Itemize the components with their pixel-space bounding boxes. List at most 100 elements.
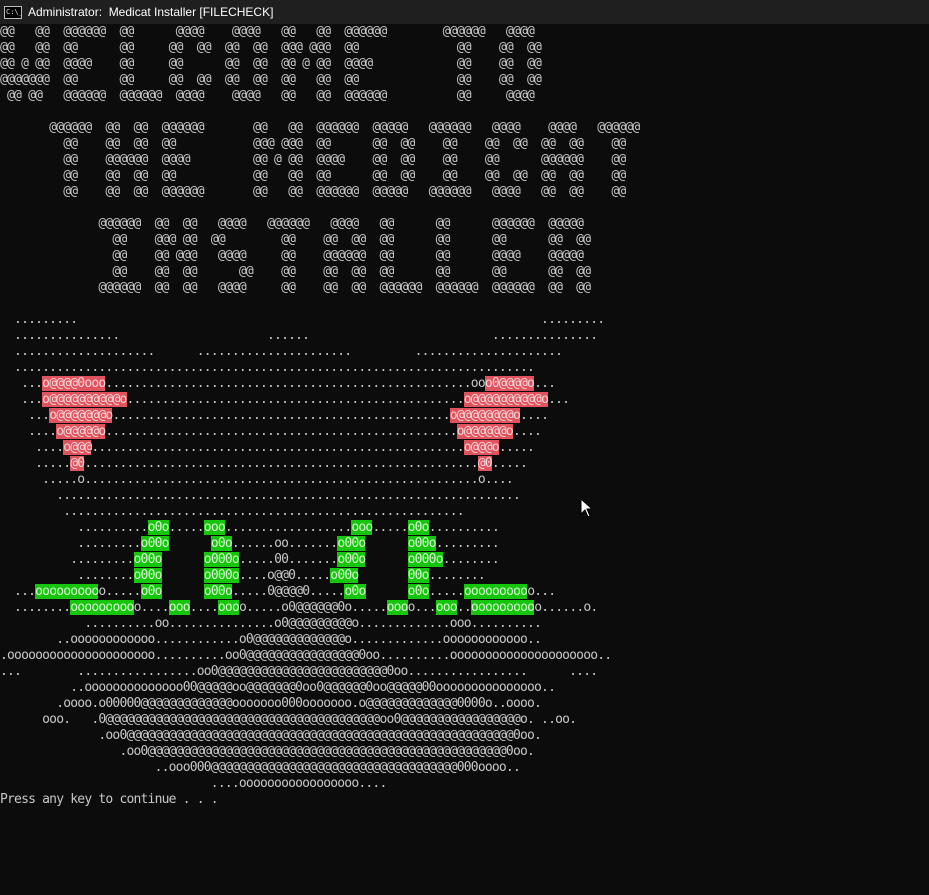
console-line: ..........oo...............o0@@@@@@@@@o.… <box>0 616 542 631</box>
window-title: Administrator: Medicat Installer [FILECH… <box>28 5 274 19</box>
eye-art: ooo <box>168 600 191 615</box>
console-line: ......... ......... <box>0 312 605 327</box>
eye-art: ooo <box>463 584 486 599</box>
console-line: ooo. .0@@@@@@@@@@@@@@@@@@@@@@@@@@@@@@@@@… <box>0 712 577 727</box>
eye-art: o0o <box>407 584 430 599</box>
console-line: .....o..................................… <box>0 472 514 487</box>
console-output[interactable]: @@ @@ @@@@@@ @@ @@@@ @@@@ @@ @@ @@@@@@ @… <box>0 24 929 895</box>
console-line: @@ @@ @@ @@ @@ @@ @@ @@ @@ @@ @@ @@ <box>0 264 591 279</box>
console-text: @@ @@ @@@@@@ @@ @@@@ @@@@ @@ @@ @@@@@@ @… <box>0 24 929 808</box>
console-line: ........o00o o000o....o@@0.....o00o 00o.… <box>0 568 486 583</box>
heart-art: o@@@@@@o <box>456 424 514 439</box>
eye-art: ooo <box>492 600 514 615</box>
heart-art: o0@@@@o <box>484 376 535 391</box>
console-line: @@ @@ @@ @@@@@@ @@ @@ @@@@@@ @@@@@ @@@@@… <box>0 184 626 199</box>
heart-art: @0 <box>70 456 85 471</box>
console-line: Press any key to continue . . . <box>0 792 219 807</box>
eye-art: o000o <box>203 568 240 583</box>
console-line: @@@@@@@ @@ @@ @@ @@ @@ @@ @@ @@ @@ @@ @@… <box>0 72 542 87</box>
eye-art: o0o <box>344 584 366 599</box>
eye-art: o000o <box>407 552 444 567</box>
console-line: .....@0.................................… <box>0 456 528 471</box>
console-line: .........o00o o0o......oo.......o00o o00… <box>0 536 500 551</box>
console-line: ..........o0o.....ooo..................o… <box>0 520 500 535</box>
heart-art: o@@@@@@@@@@o <box>42 392 127 407</box>
eye-art: ooo <box>77 584 99 599</box>
eye-art: o0o <box>140 584 162 599</box>
console-line: @@@@@@ @@ @@ @@@@ @@ @@ @@ @@@@@@ @@@@@@… <box>0 280 591 295</box>
console-line: ........................................… <box>0 360 535 375</box>
eye-art: ooo <box>56 584 78 599</box>
console-window: C:\_ Administrator: Medicat Installer [F… <box>0 0 929 895</box>
eye-art: o0o <box>147 520 169 535</box>
eye-art: ooo <box>112 600 134 615</box>
console-line: ....o@@@@@o.............................… <box>0 424 542 439</box>
eye-art: ooo <box>351 520 373 535</box>
console-line: .oooo.o00000@@@@@@@@@@@@@ooooooo000ooooo… <box>0 696 542 711</box>
heart-art: o@@@@@o <box>56 424 106 439</box>
console-line: @@ @@ @@@ @@@@ @@ @@@@@@ @@ @@ @@@@ @@@@… <box>0 248 584 263</box>
eye-art: o00o <box>330 568 359 583</box>
console-line: ..ooo000@@@@@@@@@@@@@@@@@@@@@@@@@@@@@@@@… <box>0 760 521 775</box>
eye-art: o00o <box>337 536 366 551</box>
console-line: @@ @@@@@@ @@@@ @@ @ @@ @@@@ @@ @@ @@ @@ … <box>0 152 626 167</box>
eye-art: ooo <box>435 600 458 615</box>
eye-art: ooo <box>386 600 408 615</box>
eye-art: ooo <box>217 600 240 615</box>
title-bar[interactable]: C:\_ Administrator: Medicat Installer [F… <box>0 0 929 24</box>
console-line: @@ @ @@ @@@@ @@ @@ @@ @@ @@ @ @@ @@@@ @@… <box>0 56 542 71</box>
console-line: ...o@@@@@@@o............................… <box>0 408 549 423</box>
console-line: @@ @@ @@ @@ @@@ @@@ @@ @@ @@ @@ @@ @@ @@… <box>0 136 626 151</box>
heart-art: o@@@@@@@@@@o <box>463 392 549 407</box>
console-line: @@ @@@ @@ @@ @@ @@ @@ @@ @@ @@ @@ @@ <box>0 232 591 247</box>
console-line: ...o@@@@@@@@@@o.........................… <box>0 392 570 407</box>
mouse-pointer-icon <box>580 498 594 518</box>
eye-art: ooo <box>506 584 528 599</box>
eye-art: 00o <box>407 568 429 583</box>
console-line: @@ @@ @@ @@ @@ @@ @@ @@ @@@ @@@ @@ @@ @@… <box>0 40 542 55</box>
eye-art: ooo <box>203 520 226 535</box>
heart-art: o@@@ <box>63 440 92 455</box>
eye-art: o000o <box>203 552 240 567</box>
console-line: ... .................oo0@@@@@@@@@@@@@@@@… <box>0 664 598 679</box>
eye-art: o00o <box>203 584 233 599</box>
console-line: @@@@@@ @@ @@ @@@@@@ @@ @@ @@@@@@ @@@@@ @… <box>0 120 640 135</box>
heart-art: o@@@@0ooo <box>42 376 106 391</box>
heart-art: @0 <box>477 456 493 471</box>
cmd-icon: C:\_ <box>4 5 22 19</box>
eye-art: ooo <box>470 600 493 615</box>
heart-art: o@@@@@@@@o <box>449 408 521 423</box>
eye-art: ooo <box>513 600 535 615</box>
console-line: ............... ...... ............... <box>0 328 598 343</box>
heart-art: o@@@o <box>463 440 500 455</box>
eye-art: o00o <box>337 552 366 567</box>
eye-art: o00o <box>407 536 437 551</box>
console-line: ........................................… <box>0 504 464 519</box>
eye-art: o0o <box>210 536 233 551</box>
console-line: @@ @@ @@@@@@ @@@@@@ @@@@ @@@@ @@ @@ @@@@… <box>0 88 535 103</box>
console-line: .........o00o o000o.....00.......o00o o0… <box>0 552 500 567</box>
console-line: .oo0@@@@@@@@@@@@@@@@@@@@@@@@@@@@@@@@@@@@… <box>0 744 535 759</box>
eye-art: o0o <box>407 520 430 535</box>
eye-art: ooo <box>35 584 57 599</box>
console-line: ........................................… <box>0 488 521 503</box>
eye-art: ooo <box>91 600 113 615</box>
console-line: ...o@@@@0ooo............................… <box>0 376 556 391</box>
eye-art: ooo <box>70 600 92 615</box>
console-line: ....o@@@................................… <box>0 440 535 455</box>
console-line: ..oooooooooooooo00@@@@@oo@@@@@@@0oo0@@@@… <box>0 680 556 695</box>
eye-art: ooo <box>485 584 507 599</box>
console-line: @@@@@@ @@ @@ @@@@ @@@@@@ @@@@ @@ @@ @@@@… <box>0 216 584 231</box>
console-line: .ooooooooooooooooooooo..........oo0@@@@@… <box>0 648 612 663</box>
console-line: .................... ...................… <box>0 344 563 359</box>
console-line: ........oooooooooo....ooo....oooo.....o0… <box>0 600 598 615</box>
console-line: ....ooooooooooooooooo.... <box>0 776 387 791</box>
console-line: @@ @@ @@@@@@ @@ @@@@ @@@@ @@ @@ @@@@@@ @… <box>0 24 535 39</box>
console-line: ...oooooooooo.....o0o o00o.....0@@@@0...… <box>0 584 556 599</box>
console-line: ..oooooooooooo............o0@@@@@@@@@@@@… <box>0 632 542 647</box>
console-line: .oo0@@@@@@@@@@@@@@@@@@@@@@@@@@@@@@@@@@@@… <box>0 728 542 743</box>
eye-art: o00o <box>133 552 162 567</box>
console-line: @@ @@ @@ @@ @@ @@ @@ @@ @@ @@ @@ @@ @@ @… <box>0 168 626 183</box>
eye-art: o00o <box>133 568 162 583</box>
heart-art: o@@@@@@@o <box>49 408 113 423</box>
